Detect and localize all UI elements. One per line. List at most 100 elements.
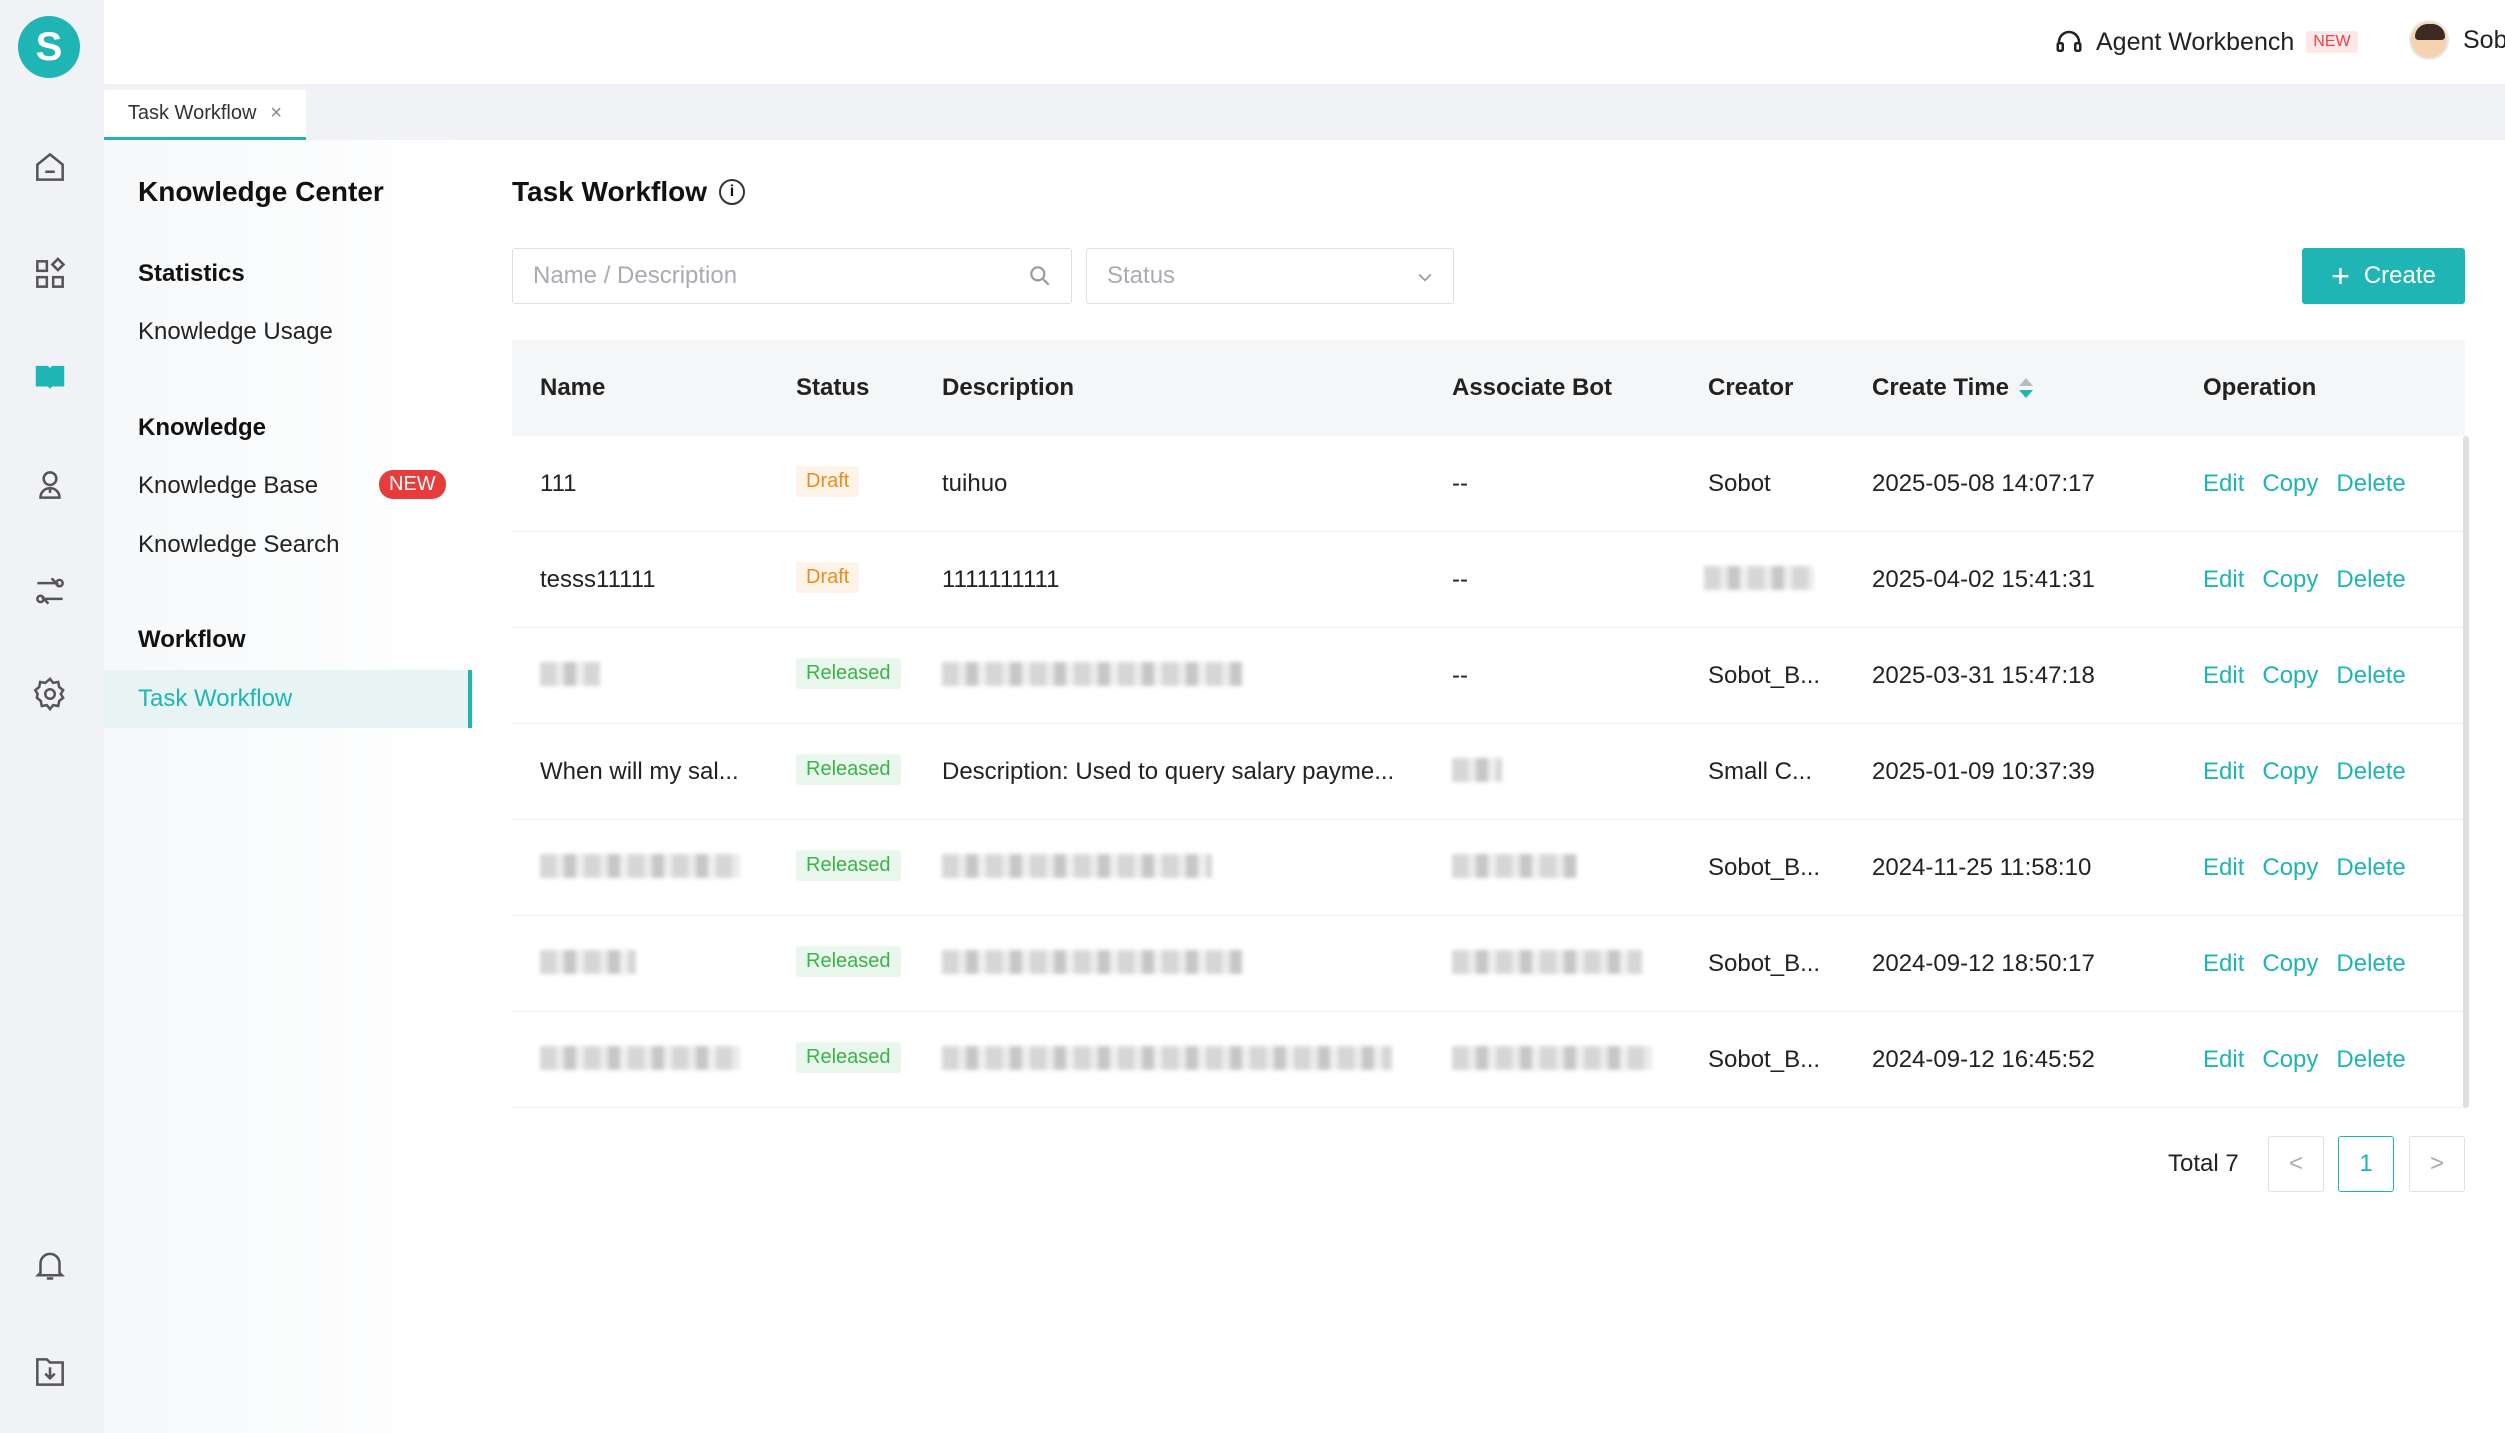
col-associate-bot: Associate Bot (1452, 374, 1613, 401)
cell-bot: -- (1452, 470, 1468, 497)
agent-workbench-link[interactable]: Agent Workbench NEW (2054, 22, 2358, 62)
download-icon[interactable] (30, 1352, 70, 1392)
cell-description: 1111111111 (942, 566, 1060, 593)
workflow-table: Name Status Description Associate Bot Cr… (512, 340, 2469, 1108)
redacted-bot (1452, 1046, 1652, 1070)
home-icon[interactable] (30, 147, 70, 187)
status-badge: Released (796, 850, 901, 881)
cell-time: 2025-05-08 14:07:17 (1872, 470, 2095, 497)
col-create-time-label: Create Time (1872, 374, 2009, 401)
cell-creator: Sobot_B... (1708, 950, 1821, 977)
col-operation: Operation (2203, 374, 2317, 401)
new-badge: NEW (379, 470, 446, 499)
col-create-time[interactable]: Create Time (1872, 374, 2033, 402)
table-scrollbar[interactable] (2463, 436, 2469, 1108)
copy-link[interactable]: Copy (2262, 470, 2318, 498)
tab-task-workflow[interactable]: Task Workflow × (104, 90, 306, 140)
status-select[interactable]: Status (1086, 248, 1454, 304)
copy-link[interactable]: Copy (2262, 1046, 2318, 1074)
cell-description: Description: Used to query salary payme.… (942, 758, 1395, 785)
cell-creator: Small C... (1708, 758, 1813, 785)
status-badge: Released (796, 658, 901, 689)
table-row: tesss11111 Draft 1111111111 -- 2025-04-0… (512, 532, 2465, 628)
app-logo[interactable]: S (18, 16, 80, 78)
apps-icon[interactable] (30, 254, 70, 294)
cell-creator: Sobot_B... (1708, 1046, 1821, 1073)
headset-icon (2056, 30, 2082, 52)
redacted-name (540, 662, 600, 686)
redacted-bot (1452, 950, 1642, 974)
delete-link[interactable]: Delete (2336, 566, 2405, 594)
create-button[interactable]: + Create (2302, 248, 2465, 304)
edit-link[interactable]: Edit (2203, 758, 2244, 786)
redacted-name (540, 1046, 740, 1070)
edit-link[interactable]: Edit (2203, 854, 2244, 882)
sidebar-item-label: Task Workflow (138, 685, 293, 712)
flow-icon[interactable] (30, 571, 70, 611)
copy-link[interactable]: Copy (2262, 854, 2318, 882)
user-icon[interactable] (30, 465, 70, 505)
copy-link[interactable]: Copy (2262, 662, 2318, 690)
copy-link[interactable]: Copy (2262, 950, 2318, 978)
edit-link[interactable]: Edit (2203, 950, 2244, 978)
prev-page-button[interactable]: < (2268, 1136, 2324, 1192)
row-operations: Edit Copy Delete (2203, 662, 2406, 690)
redacted-creator (1704, 566, 1814, 590)
redacted-name (540, 950, 636, 974)
edit-link[interactable]: Edit (2203, 566, 2244, 594)
logo-letter: S (35, 24, 63, 69)
search-icon[interactable] (1027, 263, 1053, 289)
cell-creator: Sobot_B... (1708, 854, 1821, 881)
cell-name: 111 (540, 470, 577, 497)
top-header: Agent Workbench NEW Sobot (104, 0, 2505, 84)
sidebar-item-knowledge-search[interactable]: Knowledge Search (138, 531, 339, 559)
copy-link[interactable]: Copy (2262, 758, 2318, 786)
info-icon[interactable]: i (719, 179, 746, 205)
page-title: Task Workflow i (512, 176, 746, 208)
status-badge: Released (796, 754, 901, 785)
edit-link[interactable]: Edit (2203, 1046, 2244, 1074)
delete-link[interactable]: Delete (2336, 758, 2405, 786)
table-row: 111 Draft tuihuo -- Sobot 2025-05-08 14:… (512, 436, 2465, 532)
sidebar-item-knowledge-base[interactable]: Knowledge Base (138, 472, 318, 500)
delete-link[interactable]: Delete (2336, 854, 2405, 882)
page-1-button[interactable]: 1 (2338, 1136, 2394, 1192)
table-row: Released Sobot_B... 2024-11-25 11:58:10 … (512, 820, 2465, 916)
table-row: Released Sobot_B... 2024-09-12 18:50:17 … (512, 916, 2465, 1012)
col-creator: Creator (1708, 374, 1794, 401)
book-icon[interactable] (30, 357, 70, 397)
delete-link[interactable]: Delete (2336, 662, 2405, 690)
cell-time: 2024-11-25 11:58:10 (1872, 854, 2092, 881)
group-statistics: Statistics (138, 260, 245, 287)
cell-time: 2025-04-02 15:41:31 (1872, 566, 2095, 593)
table-header: Name Status Description Associate Bot Cr… (512, 340, 2465, 436)
table-row: Released Sobot_B... 2024-09-12 16:45:52 … (512, 1012, 2465, 1108)
table-row: Released -- Sobot_B... 2025-03-31 15:47:… (512, 628, 2465, 724)
bell-icon[interactable] (30, 1245, 70, 1285)
chevron-down-icon (1418, 273, 1432, 282)
settings-icon[interactable] (30, 674, 70, 714)
search-box (512, 248, 1072, 304)
delete-link[interactable]: Delete (2336, 470, 2405, 498)
tab-label: Task Workflow (127, 102, 257, 124)
sidebar-item-knowledge-usage[interactable]: Knowledge Usage (138, 318, 333, 346)
delete-link[interactable]: Delete (2336, 1046, 2405, 1074)
status-badge: Draft (796, 562, 860, 593)
redacted-name (540, 854, 740, 878)
plus-icon: + (2331, 258, 2350, 294)
close-icon[interactable]: × (270, 102, 282, 125)
sort-icon[interactable] (2018, 377, 2033, 400)
edit-link[interactable]: Edit (2203, 470, 2244, 498)
col-name: Name (540, 374, 606, 401)
user-menu[interactable]: Sobot (2409, 18, 2505, 62)
row-operations: Edit Copy Delete (2203, 758, 2406, 786)
group-knowledge: Knowledge (138, 414, 267, 441)
next-page-button[interactable]: > (2409, 1136, 2465, 1192)
delete-link[interactable]: Delete (2336, 950, 2405, 978)
search-input[interactable] (513, 249, 1071, 303)
status-placeholder: Status (1107, 262, 1176, 289)
cell-bot: -- (1452, 566, 1468, 593)
copy-link[interactable]: Copy (2262, 566, 2318, 594)
edit-link[interactable]: Edit (2203, 662, 2244, 690)
sidebar-item-task-workflow[interactable]: Task Workflow (104, 670, 472, 728)
